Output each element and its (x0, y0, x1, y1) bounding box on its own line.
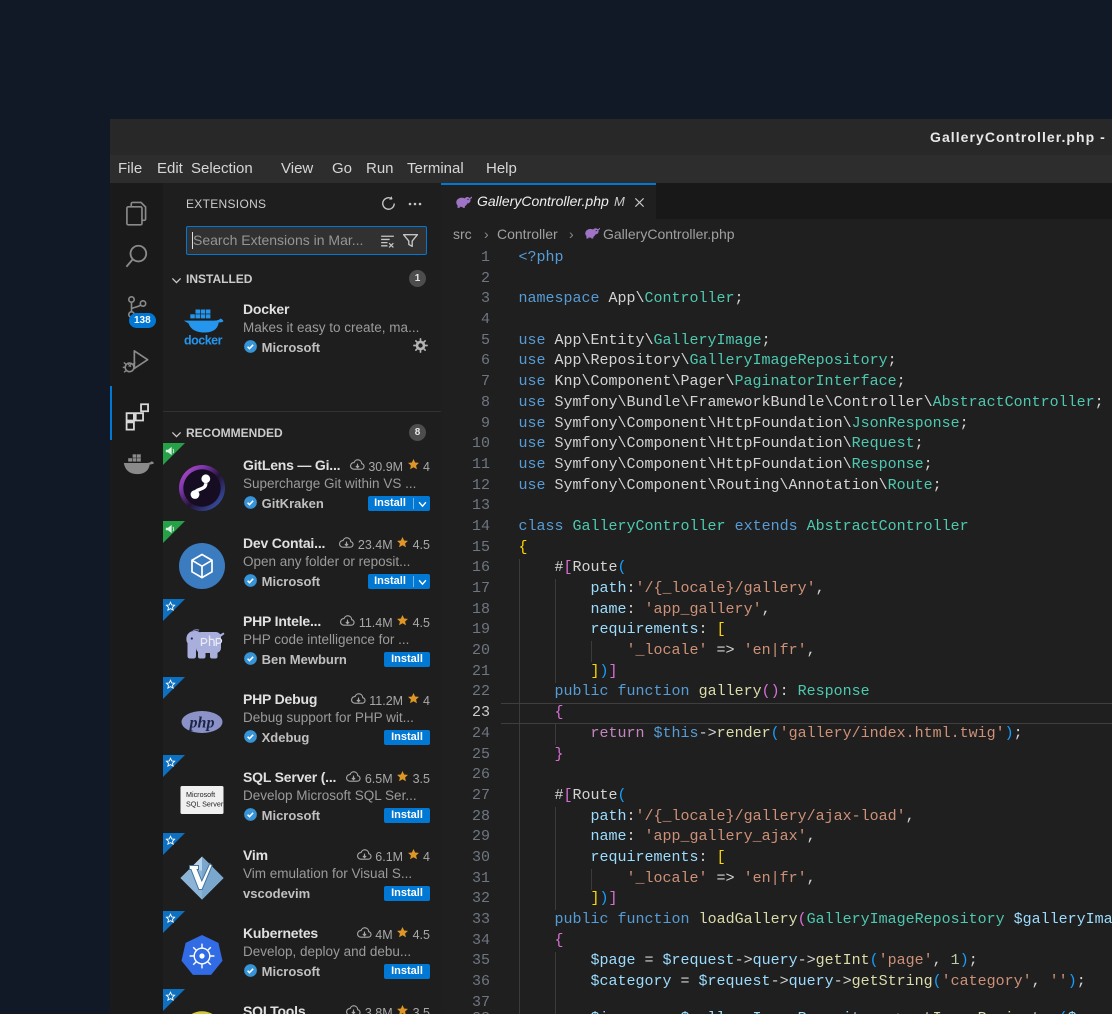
svg-text:docker: docker (184, 334, 223, 348)
svg-text:php: php (188, 715, 215, 732)
svg-text:Microsoft: Microsoft (186, 790, 215, 799)
svg-text:SQL Server: SQL Server (186, 800, 224, 809)
